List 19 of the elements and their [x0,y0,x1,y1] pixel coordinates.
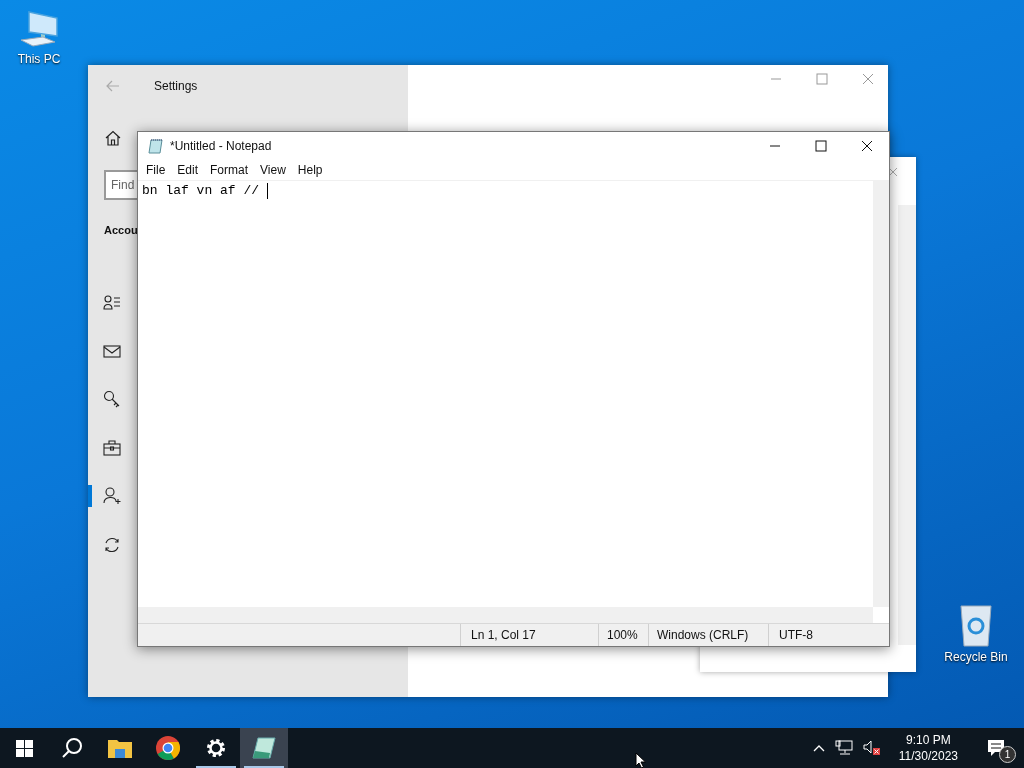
menu-item[interactable]: Help [291,161,329,179]
status-text: Ln 1, Col 17 [471,628,536,642]
menu-item[interactable]: Edit [171,161,205,179]
search-field[interactable]: Find [104,170,137,200]
clock-time[interactable]: 9:10 PM [906,732,951,748]
window-title: Settings [154,79,198,93]
status-text: Windows (CRLF) [657,628,749,642]
desktop-icon-label[interactable]: This PC [17,52,61,66]
window-title: *Untitled - Notepad [170,139,272,153]
notification-count-badge: 1 [999,746,1016,763]
clock-date[interactable]: 11/30/2023 [898,748,958,764]
desktop-icon-label[interactable]: Recycle Bin [944,650,1008,664]
menu-item[interactable]: File [140,161,172,179]
section-heading: Accou [104,224,138,236]
menu-item[interactable]: View [254,161,292,179]
text-editor[interactable]: bn laf vn af // [138,181,873,607]
status-text: UTF-8 [779,628,813,642]
menu-item[interactable]: Format [204,161,255,179]
status-text: 100% [607,628,638,642]
